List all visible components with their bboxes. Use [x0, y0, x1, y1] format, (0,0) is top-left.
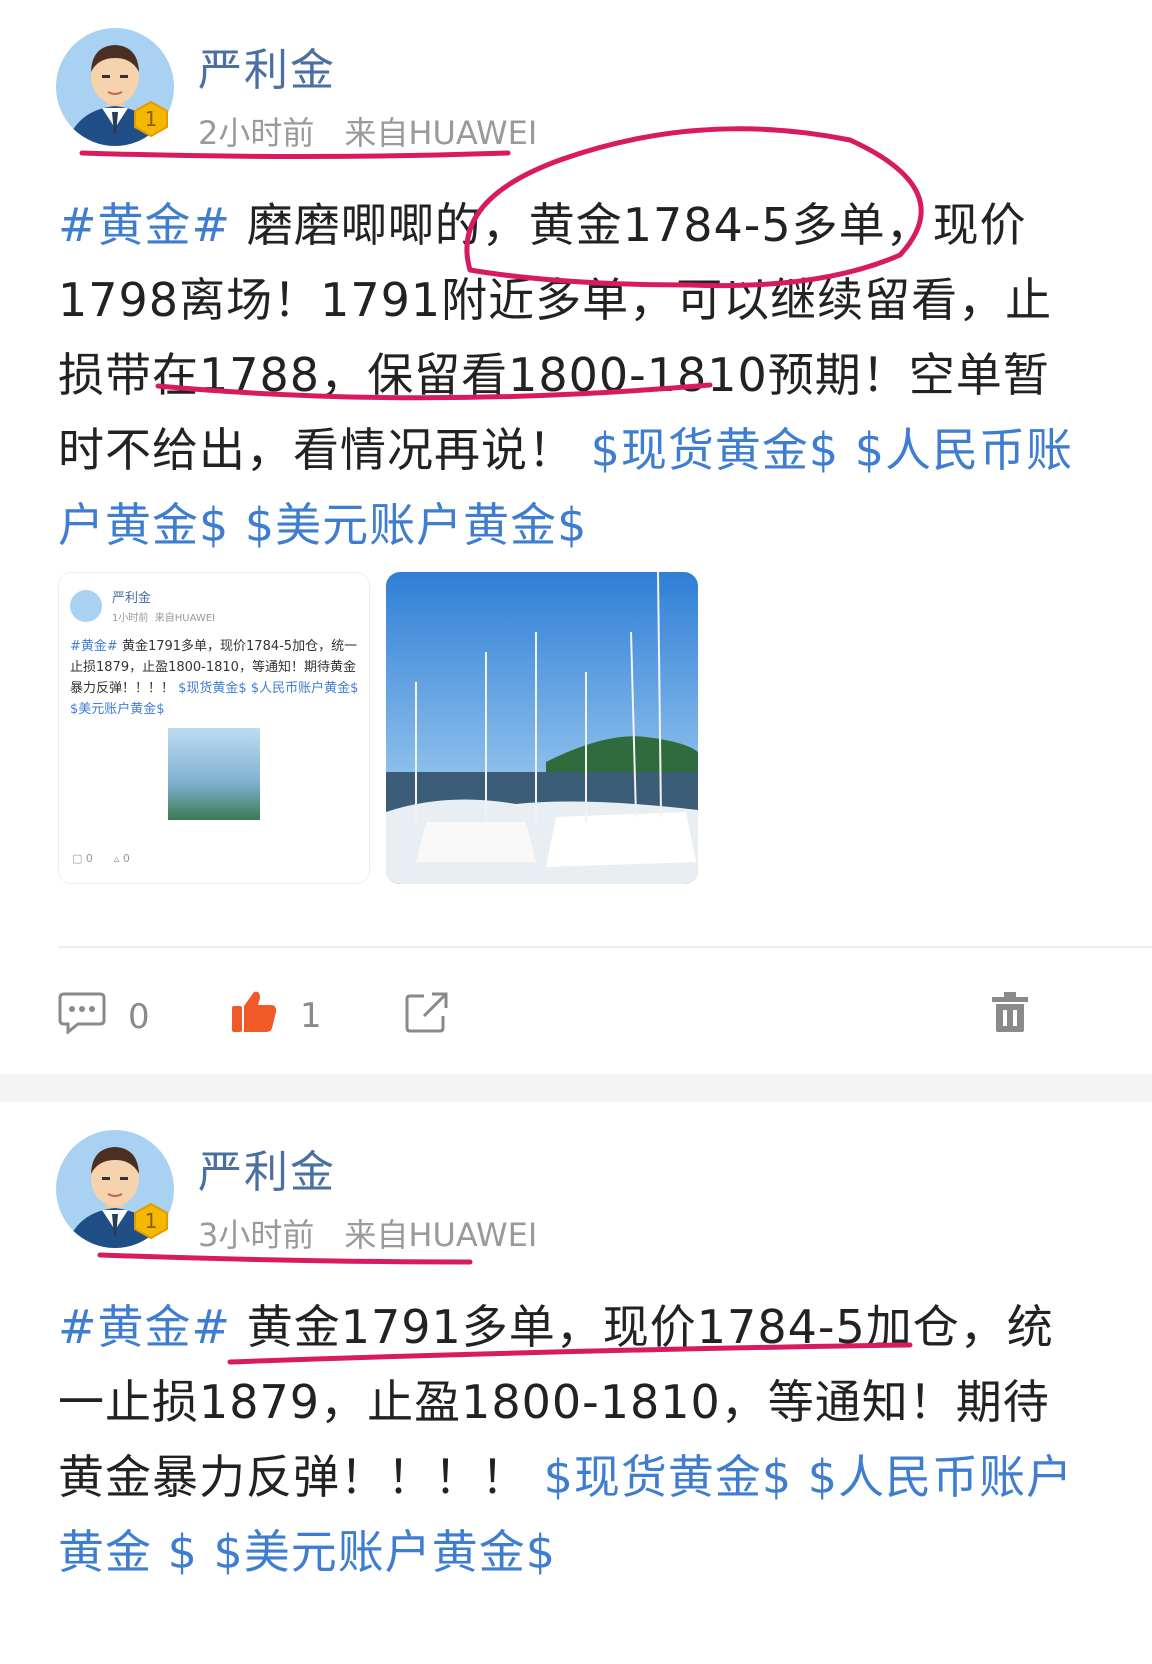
handwritten-annotations — [79, 126, 924, 1365]
